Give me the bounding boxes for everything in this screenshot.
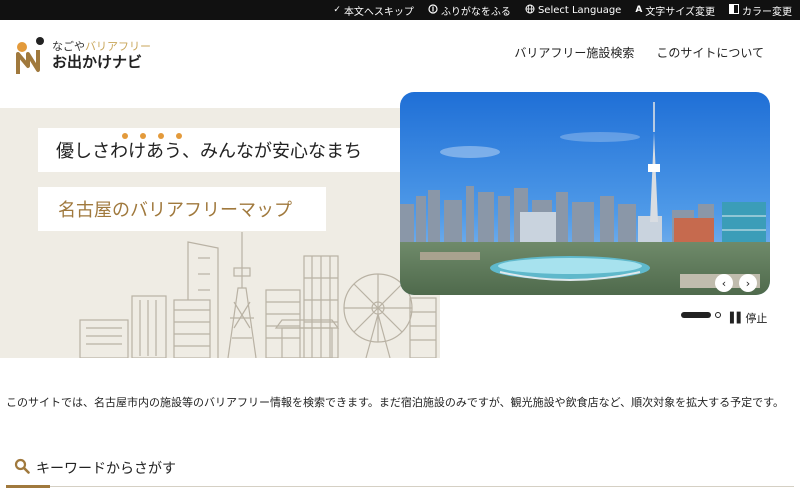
keyword-search-heading: キーワードからさがす <box>14 458 176 478</box>
hero-subtitle: 名古屋のバリアフリーマップ <box>38 187 326 231</box>
intro-text: このサイトでは、名古屋市内の施設等のバリアフリー情報を検索できます。まだ宿泊施設… <box>6 396 785 409</box>
select-language-button[interactable]: Select Language <box>525 4 621 17</box>
skip-to-content-link[interactable]: ✓ 本文へスキップ <box>333 3 414 18</box>
furigana-icon <box>428 3 438 17</box>
logo-subtitle-accent: バリアフリー <box>85 39 151 53</box>
globe-icon <box>525 4 535 17</box>
keyword-search-title: キーワードからさがす <box>36 461 176 477</box>
slider-stop-label: 停止 <box>745 312 768 325</box>
nav-item-about-site[interactable]: このサイトについて <box>656 44 764 61</box>
select-language-label: Select Language <box>537 4 622 16</box>
font-size-button[interactable]: A 文字サイズ変更 <box>635 3 715 18</box>
slider-next-button[interactable]: › <box>739 274 757 292</box>
skip-to-content-label: 本文へスキップ <box>343 6 414 18</box>
contrast-icon <box>729 3 739 17</box>
logo-title: お出かけナビ <box>52 52 143 71</box>
search-icon <box>14 458 30 478</box>
chevron-left-icon: ‹ <box>721 276 727 290</box>
slider-stop-button[interactable]: ▌▌ 停止 <box>730 310 767 326</box>
emphasis-dot <box>122 133 128 139</box>
color-change-label: カラー変更 <box>742 6 792 18</box>
nagoya-cityscape-photo <box>400 92 770 295</box>
emphasis-dot <box>176 133 182 139</box>
nav-item-facility-search[interactable]: バリアフリー施設検索 <box>514 44 634 61</box>
logo-mark-icon <box>14 36 46 76</box>
skyline-illustration <box>79 232 437 358</box>
color-change-button[interactable]: カラー変更 <box>729 3 792 18</box>
utility-bar: ✓ 本文へスキップ ふりがなをふる Select Language A 文字サイ… <box>0 0 800 20</box>
hero-catchphrase: 優しさわけあう、みんなが安心なまち <box>38 128 406 172</box>
font-size-icon: A <box>635 4 643 15</box>
slider-prev-button[interactable]: ‹ <box>715 274 733 292</box>
slider-indicators <box>681 312 721 318</box>
emphasis-dots <box>122 133 182 139</box>
section-accent-underline <box>6 485 50 488</box>
hero-slider-image <box>400 92 770 295</box>
emphasis-dot <box>158 133 164 139</box>
slide-indicator-active[interactable] <box>681 312 711 318</box>
site-logo[interactable]: なごやバリアフリー お出かけナビ <box>14 36 151 76</box>
pause-icon: ▌▌ <box>730 312 744 324</box>
furigana-label: ふりがなをふる <box>440 6 511 18</box>
section-divider <box>6 486 794 487</box>
font-size-label: 文字サイズ変更 <box>645 6 715 18</box>
global-nav: バリアフリー施設検索 このサイトについて <box>514 44 764 61</box>
check-icon: ✓ <box>333 4 341 15</box>
slide-indicator[interactable] <box>715 312 721 318</box>
logo-text: なごやバリアフリー お出かけナビ <box>52 40 151 73</box>
site-header: なごやバリアフリー お出かけナビ バリアフリー施設検索 このサイトについて <box>0 20 800 88</box>
emphasis-dot <box>140 133 146 139</box>
furigana-button[interactable]: ふりがなをふる <box>428 3 511 18</box>
logo-subtitle-prefix: なごや <box>52 39 85 53</box>
logo-subtitle: なごやバリアフリー <box>52 40 151 53</box>
chevron-right-icon: › <box>745 276 751 290</box>
